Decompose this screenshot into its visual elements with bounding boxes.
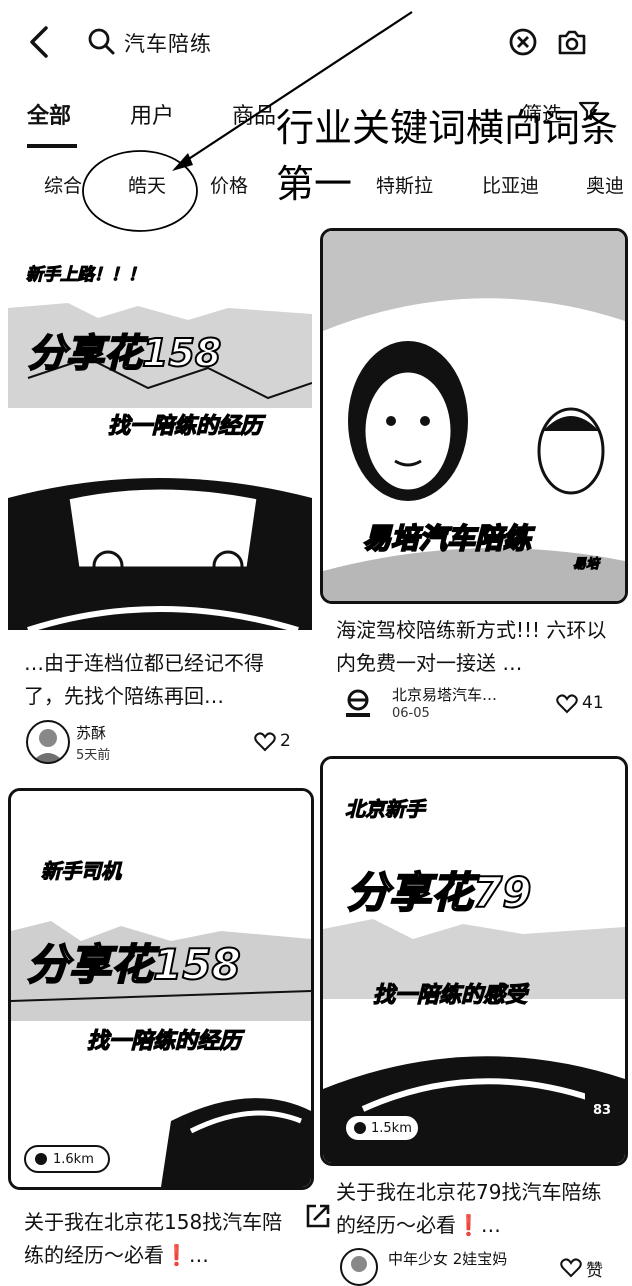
post-card-image[interactable]: 新手上路！！！ 分享花158 找一陪练的经历 [8, 248, 312, 630]
post-card-image[interactable]: 易培汽车陪练 易培 [320, 228, 628, 604]
distance-label: 1.6km [53, 1152, 94, 1167]
heart-icon[interactable] [254, 732, 276, 752]
brand-logo[interactable] [340, 686, 376, 722]
overlay-caption: 易培汽车陪练 [362, 521, 532, 556]
author-name[interactable]: 中年少女 2娃宝妈 [388, 1248, 507, 1269]
overlay-top-text: 新手司机 [41, 859, 122, 884]
post-card-image[interactable]: 新手司机 分享花158 找一陪练的经历 1.6km [8, 788, 314, 1190]
avatar[interactable] [26, 720, 70, 764]
post-card-image[interactable]: 北京新手 分享花79 找一陪练的感受 1.5km 83 [320, 756, 628, 1166]
post-date: 06-05 [392, 706, 430, 721]
overlay-top-text: 新手上路！！！ [26, 265, 146, 286]
overlay-top-text: 北京新手 [345, 797, 426, 822]
heart-icon[interactable] [556, 694, 578, 714]
avatar[interactable] [340, 1248, 378, 1286]
like-count: 赞 [586, 1261, 603, 1281]
like-count: 2 [280, 731, 291, 751]
author-name[interactable]: 苏酥 [76, 722, 106, 743]
post-title[interactable]: 关于我在北京花79找汽车陪练的经历～必看❗… [336, 1176, 612, 1242]
author-name[interactable]: 北京易塔汽车… [392, 684, 497, 705]
like-count: 41 [582, 693, 604, 713]
post-title[interactable]: 海淀驾校陪练新方式!!! 六环以内免费一对一接送 … [336, 614, 612, 680]
overlay-subtitle: 找一陪练的经历 [86, 1028, 242, 1054]
heart-icon[interactable] [560, 1258, 582, 1278]
distance-label: 1.5km [371, 1121, 412, 1136]
overlay-subtitle: 找一陪练的经历 [107, 413, 263, 439]
overlay-corner-text: 易培 [572, 557, 600, 573]
overlay-headline: 分享花158 [26, 939, 242, 990]
overlay-subtitle: 找一陪练的感受 [372, 982, 528, 1008]
post-title[interactable]: 关于我在北京花158找汽车陪练的经历～必看❗… [24, 1206, 298, 1272]
annotation-text: 行业关键词横向词条第一 [276, 106, 619, 206]
share-icon[interactable] [300, 1198, 336, 1234]
overlay-headline: 分享花158 [27, 330, 222, 376]
post-date: 5天前 [76, 748, 111, 763]
speed-readout: 83 [593, 1103, 612, 1118]
overlay-headline: 分享花79 [346, 867, 532, 918]
post-title[interactable]: …由于连档位都已经记不得了，先找个陪练再回… [24, 647, 300, 713]
